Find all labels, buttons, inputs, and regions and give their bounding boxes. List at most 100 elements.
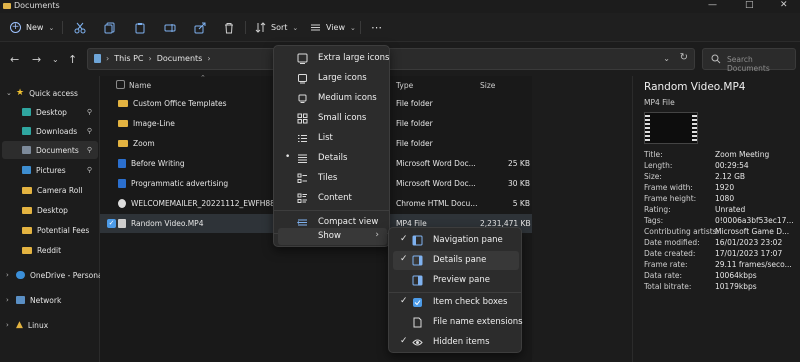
search-placeholder: Search Documents <box>727 55 770 73</box>
details-title: Random Video.MP4 <box>644 81 746 93</box>
view-button[interactable]: View ⌄ <box>310 19 356 36</box>
menu-item-show[interactable]: Show › <box>278 228 387 245</box>
menu-item-item-check-boxes[interactable]: ✓ Item check boxes <box>393 293 517 312</box>
folder-icon <box>22 226 32 234</box>
word-document-icon <box>118 179 126 188</box>
maximize-icon[interactable]: □ <box>745 0 754 10</box>
address-bar[interactable]: › This PC › Documents › ⌄ ↻ <box>87 48 695 70</box>
prop-label: Frame height: <box>644 194 697 203</box>
preview-pane-icon <box>412 275 423 286</box>
file-type: Chrome HTML Docu... <box>396 199 478 208</box>
checkmark-icon: ✓ <box>400 234 408 244</box>
sidebar-item-label: Network <box>30 295 62 305</box>
prop-value: Zoom Meeting <box>715 150 770 159</box>
cut-button[interactable] <box>74 19 86 36</box>
sidebar-item-desktop-2[interactable]: Desktop <box>22 201 68 219</box>
eye-icon <box>412 339 423 346</box>
menu-item-label: Compact view <box>318 217 379 227</box>
star-icon: ★ <box>16 88 25 98</box>
menu-item-details-pane[interactable]: ✓ Details pane <box>393 251 519 270</box>
sidebar-item-label: Desktop <box>36 107 67 117</box>
sort-up-icon: ⌃ <box>200 74 206 82</box>
up-arrow-icon[interactable]: ↑ <box>68 53 77 66</box>
file-name: Before Writing <box>131 159 185 168</box>
menu-item-extra-large-icons[interactable]: Extra large icons <box>278 49 389 68</box>
sidebar-item-downloads[interactable]: Downloads ⚲ <box>22 122 98 140</box>
prop-value: 10179kbps <box>715 282 757 291</box>
view-label: View <box>326 23 345 32</box>
menu-item-details[interactable]: • Details <box>278 149 385 168</box>
checkmark-icon: ✓ <box>400 336 408 346</box>
refresh-icon[interactable]: ↻ <box>680 52 688 63</box>
share-icon <box>194 22 206 33</box>
menu-item-hidden-items[interactable]: ✓ Hidden items <box>393 333 517 352</box>
chevron-right-icon: › <box>207 54 211 63</box>
breadcrumb-documents[interactable]: Documents <box>157 54 203 63</box>
view-menu: Extra large icons Large icons Medium ico… <box>273 45 390 247</box>
sidebar-item-potential-fees[interactable]: Potential Fees <box>22 221 89 239</box>
plus-icon: + <box>10 22 21 33</box>
new-button[interactable]: + New ⌄ <box>10 19 54 36</box>
sidebar-item-onedrive[interactable]: › OneDrive - Personal <box>6 266 105 284</box>
recent-locations-chevron-icon[interactable]: ⌄ <box>52 55 59 64</box>
menu-item-file-name-extensions[interactable]: File name extensions <box>393 313 523 332</box>
more-options-icon[interactable]: ⋯ <box>371 19 383 36</box>
trash-icon <box>225 22 233 33</box>
minimize-icon[interactable]: — <box>708 0 717 10</box>
rename-button[interactable] <box>164 19 176 36</box>
menu-item-label: Medium icons <box>318 93 377 103</box>
menu-item-large-icons[interactable]: Large icons <box>278 69 385 88</box>
prop-label: Date created: <box>644 249 696 258</box>
delete-button[interactable] <box>223 19 235 36</box>
sidebar-item-reddit[interactable]: Reddit <box>22 241 61 259</box>
sidebar-item-desktop[interactable]: Desktop ⚲ <box>22 103 98 121</box>
breadcrumb-this-pc[interactable]: This PC <box>114 54 143 63</box>
menu-item-medium-icons[interactable]: Medium icons <box>278 89 385 108</box>
sidebar-item-label: Pictures <box>36 165 66 175</box>
view-icon <box>311 24 320 31</box>
prop-label: Total bitrate: <box>644 282 692 291</box>
close-icon[interactable]: ✕ <box>780 0 788 10</box>
prop-value: 1920 <box>715 183 735 192</box>
prop-label: Tags: <box>644 216 664 225</box>
checkmark-icon[interactable]: ✓ <box>107 219 116 228</box>
prop-value: 29.11 frames/seco... <box>715 260 792 269</box>
sidebar-item-network[interactable]: › Network <box>6 291 61 309</box>
menu-item-preview-pane[interactable]: Preview pane <box>393 271 517 290</box>
chevron-right-icon: › <box>375 230 379 240</box>
file-size: 25 KB <box>508 159 530 168</box>
content-icon <box>297 193 307 203</box>
sort-button[interactable]: Sort ⌄ <box>255 19 298 36</box>
paste-button[interactable] <box>134 19 146 36</box>
sidebar-item-pictures[interactable]: Pictures ⚲ <box>22 161 98 179</box>
back-arrow-icon[interactable]: ← <box>10 53 19 66</box>
checkmark-icon: ✓ <box>400 296 408 306</box>
menu-item-list[interactable]: List <box>278 129 385 148</box>
file-type: File folder <box>396 119 433 128</box>
network-icon <box>16 296 25 304</box>
file-name: Image-Line <box>133 119 175 128</box>
sidebar-item-linux[interactable]: › ▲ Linux <box>6 316 48 334</box>
forward-arrow-icon[interactable]: → <box>32 53 41 66</box>
sidebar-item-quick-access[interactable]: ⌄ ★ Quick access <box>6 84 78 102</box>
address-dropdown-icon[interactable]: ⌄ <box>663 54 670 63</box>
breadcrumb: › This PC › Documents › <box>94 54 211 63</box>
menu-item-tiles[interactable]: Tiles <box>278 169 385 188</box>
small-icons-icon <box>297 113 308 124</box>
search-box[interactable]: Search Documents <box>702 48 796 73</box>
share-button[interactable] <box>194 19 206 36</box>
copy-button[interactable] <box>104 19 116 36</box>
prop-value: 0!0006a3bf53ec17... <box>715 216 794 225</box>
prop-value: 10064kbps <box>715 271 757 280</box>
menu-item-navigation-pane[interactable]: ✓ Navigation pane <box>393 231 517 250</box>
folder-icon <box>118 120 128 127</box>
divider <box>245 21 246 34</box>
menu-item-label: Hidden items <box>433 337 490 347</box>
menu-item-content[interactable]: Content <box>278 189 385 208</box>
sidebar-item-camera-roll[interactable]: Camera Roll <box>22 181 82 199</box>
rename-icon <box>164 23 176 32</box>
pin-icon: ⚲ <box>86 108 92 116</box>
sidebar-item-label: Potential Fees <box>37 225 90 235</box>
menu-item-small-icons[interactable]: Small icons <box>278 109 385 128</box>
sidebar-item-documents[interactable]: Documents ⚲ <box>2 141 98 159</box>
